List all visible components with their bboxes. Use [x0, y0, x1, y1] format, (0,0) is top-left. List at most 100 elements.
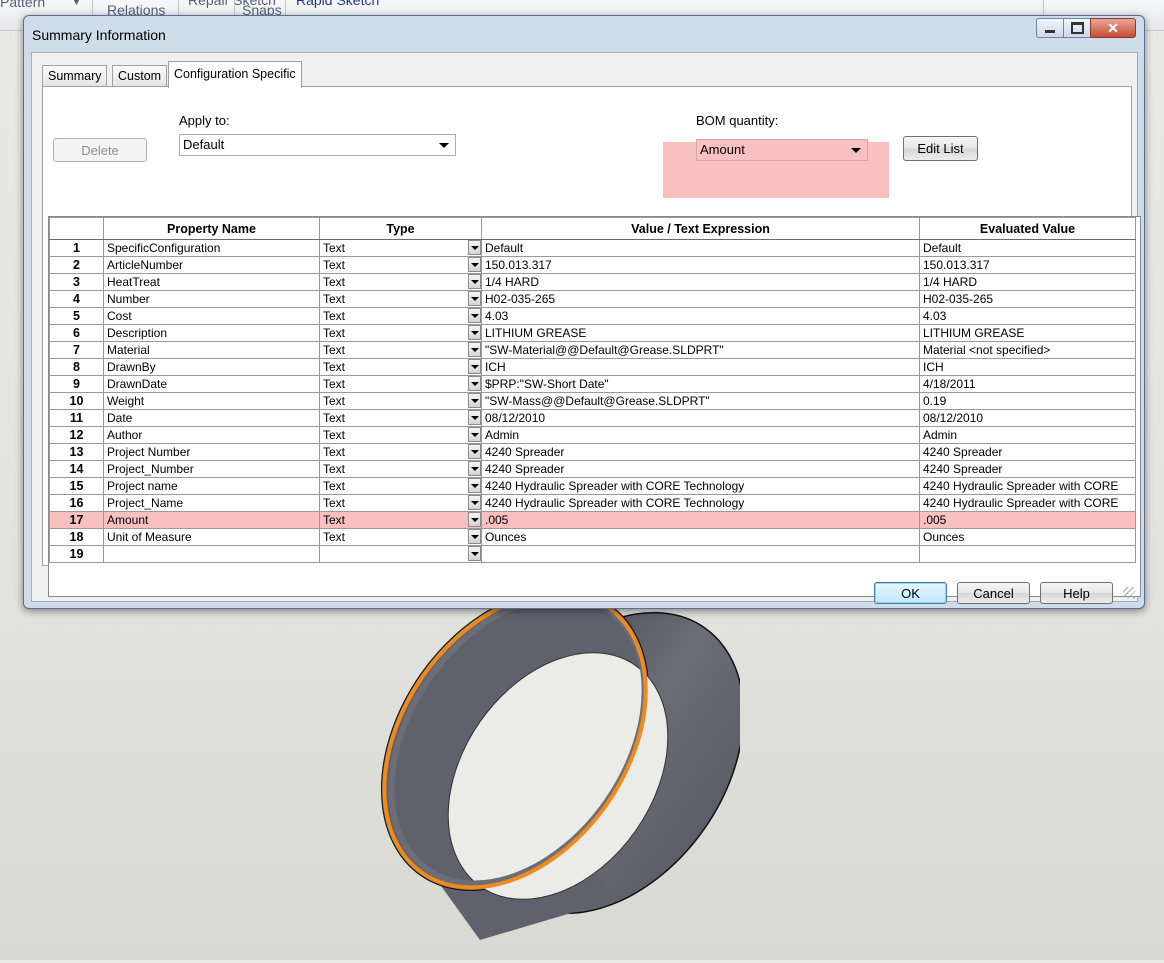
- property-name-cell[interactable]: DrawnDate: [103, 375, 320, 393]
- type-dropdown-icon[interactable]: [468, 529, 481, 544]
- type-cell[interactable]: Text: [319, 477, 482, 495]
- table-row[interactable]: 11 Date Text 08/12/2010 08/12/2010: [49, 409, 1136, 427]
- type-dropdown-icon[interactable]: [468, 444, 481, 459]
- value-expression-cell[interactable]: 150.013.317: [481, 256, 920, 274]
- property-name-cell[interactable]: Material: [103, 341, 320, 359]
- property-name-cell[interactable]: Weight: [103, 392, 320, 410]
- property-name-cell[interactable]: Project name: [103, 477, 320, 495]
- value-expression-cell[interactable]: 4240 Hydraulic Spreader with CORE Techno…: [481, 494, 920, 512]
- type-cell[interactable]: [319, 545, 482, 563]
- dialog-titlebar[interactable]: Summary Information ✕: [24, 16, 1144, 52]
- table-row[interactable]: 8 DrawnBy Text ICH ICH: [49, 358, 1136, 376]
- type-dropdown-icon[interactable]: [468, 478, 481, 493]
- ring-model[interactable]: [360, 589, 745, 960]
- property-name-cell[interactable]: Amount: [103, 511, 320, 529]
- property-name-cell[interactable]: Description: [103, 324, 320, 342]
- value-expression-cell[interactable]: "SW-Material@@Default@Grease.SLDPRT": [481, 341, 920, 359]
- value-expression-cell[interactable]: 4240 Hydraulic Spreader with CORE Techno…: [481, 477, 920, 495]
- property-name-cell[interactable]: Project_Number: [103, 460, 320, 478]
- cancel-button[interactable]: Cancel: [957, 582, 1030, 604]
- value-expression-cell[interactable]: [481, 545, 920, 563]
- property-name-cell[interactable]: ArticleNumber: [103, 256, 320, 274]
- value-expression-cell[interactable]: 1/4 HARD: [481, 273, 920, 291]
- property-name-cell[interactable]: SpecificConfiguration: [103, 239, 320, 257]
- type-cell[interactable]: Text: [319, 307, 482, 325]
- close-button[interactable]: ✕: [1090, 18, 1136, 38]
- type-cell[interactable]: Text: [319, 324, 482, 342]
- type-cell[interactable]: Text: [319, 375, 482, 393]
- type-cell[interactable]: Text: [319, 511, 482, 529]
- table-row[interactable]: 6 Description Text LITHIUM GREASE LITHIUM GR…: [49, 324, 1136, 342]
- property-name-cell[interactable]: Number: [103, 290, 320, 308]
- maximize-button[interactable]: [1063, 18, 1090, 38]
- type-cell[interactable]: Text: [319, 273, 482, 291]
- type-dropdown-icon[interactable]: [468, 512, 481, 527]
- type-dropdown-icon[interactable]: [468, 257, 481, 272]
- tab-custom[interactable]: Custom: [112, 65, 168, 87]
- help-button[interactable]: Help: [1040, 582, 1113, 604]
- value-expression-cell[interactable]: ICH: [481, 358, 920, 376]
- type-dropdown-icon[interactable]: [468, 546, 481, 561]
- type-dropdown-icon[interactable]: [468, 325, 481, 340]
- value-expression-cell[interactable]: Admin: [481, 426, 920, 444]
- delete-button[interactable]: Delete: [53, 138, 147, 162]
- value-expression-cell[interactable]: 08/12/2010: [481, 409, 920, 427]
- type-cell[interactable]: Text: [319, 528, 482, 546]
- table-row[interactable]: 2 ArticleNumber Text 150.013.317 150.013.317: [49, 256, 1136, 274]
- type-cell[interactable]: Text: [319, 392, 482, 410]
- value-expression-cell[interactable]: 4240 Spreader: [481, 460, 920, 478]
- edit-list-button[interactable]: Edit List: [903, 136, 978, 161]
- property-name-cell[interactable]: Cost: [103, 307, 320, 325]
- table-row[interactable]: 15 Project name Text 4240 Hydraulic Spreade…: [49, 477, 1136, 495]
- value-expression-cell[interactable]: 4240 Spreader: [481, 443, 920, 461]
- column-header-type[interactable]: Type: [319, 217, 482, 240]
- table-row[interactable]: 3 HeatTreat Text 1/4 HARD 1/4 HARD: [49, 273, 1136, 291]
- table-row[interactable]: 1 SpecificConfiguration Text Default Default: [49, 239, 1136, 257]
- table-row[interactable]: 10 Weight Text "SW-Mass@@Default@Grease.SLD…: [49, 392, 1136, 410]
- value-expression-cell[interactable]: Default: [481, 239, 920, 257]
- value-expression-cell[interactable]: Ounces: [481, 528, 920, 546]
- type-dropdown-icon[interactable]: [468, 308, 481, 323]
- property-name-cell[interactable]: Author: [103, 426, 320, 444]
- type-dropdown-icon[interactable]: [468, 410, 481, 425]
- property-name-cell[interactable]: Project Number: [103, 443, 320, 461]
- table-row[interactable]: 4 Number Text H02-035-265 H02-035-265: [49, 290, 1136, 308]
- type-dropdown-icon[interactable]: [468, 461, 481, 476]
- bom-quantity-select[interactable]: Amount: [696, 139, 868, 161]
- minimize-button[interactable]: [1036, 18, 1063, 38]
- type-dropdown-icon[interactable]: [468, 240, 481, 255]
- property-name-cell[interactable]: [103, 545, 320, 563]
- table-row[interactable]: 12 Author Text Admin Admin: [49, 426, 1136, 444]
- type-dropdown-icon[interactable]: [468, 274, 481, 289]
- ok-button[interactable]: OK: [874, 582, 947, 604]
- type-cell[interactable]: Text: [319, 290, 482, 308]
- table-row[interactable]: 9 DrawnDate Text $PRP:"SW-Short Date" 4/18/2…: [49, 375, 1136, 393]
- apply-to-select[interactable]: Default: [179, 134, 456, 156]
- value-expression-cell[interactable]: LITHIUM GREASE: [481, 324, 920, 342]
- type-dropdown-icon[interactable]: [468, 359, 481, 374]
- type-cell[interactable]: Text: [319, 239, 482, 257]
- table-row[interactable]: 16 Project_Name Text 4240 Hydraulic Spreade…: [49, 494, 1136, 512]
- type-dropdown-icon[interactable]: [468, 495, 481, 510]
- value-expression-cell[interactable]: "SW-Mass@@Default@Grease.SLDPRT": [481, 392, 920, 410]
- table-row[interactable]: 14 Project_Number Text 4240 Spreader 4240 Sp…: [49, 460, 1136, 478]
- type-cell[interactable]: Text: [319, 341, 482, 359]
- table-row[interactable]: 19: [49, 545, 1136, 563]
- column-header-evaluated-value[interactable]: Evaluated Value: [919, 217, 1136, 240]
- column-header-value[interactable]: Value / Text Expression: [481, 217, 920, 240]
- table-row[interactable]: 18 Unit of Measure Text Ounces Ounces: [49, 528, 1136, 546]
- column-header-property-name[interactable]: Property Name: [103, 217, 320, 240]
- table-row[interactable]: 5 Cost Text 4.03 4.03: [49, 307, 1136, 325]
- type-cell[interactable]: Text: [319, 494, 482, 512]
- property-name-cell[interactable]: HeatTreat: [103, 273, 320, 291]
- tab-configuration-specific[interactable]: Configuration Specific: [168, 61, 302, 88]
- resize-grip-icon[interactable]: [1123, 587, 1135, 599]
- property-name-cell[interactable]: Unit of Measure: [103, 528, 320, 546]
- rapid-sketch-tool[interactable]: Rapid Sketch: [296, 0, 379, 8]
- type-cell[interactable]: Text: [319, 460, 482, 478]
- property-name-cell[interactable]: Date: [103, 409, 320, 427]
- type-cell[interactable]: Text: [319, 256, 482, 274]
- value-expression-cell[interactable]: $PRP:"SW-Short Date": [481, 375, 920, 393]
- type-dropdown-icon[interactable]: [468, 393, 481, 408]
- type-dropdown-icon[interactable]: [468, 342, 481, 357]
